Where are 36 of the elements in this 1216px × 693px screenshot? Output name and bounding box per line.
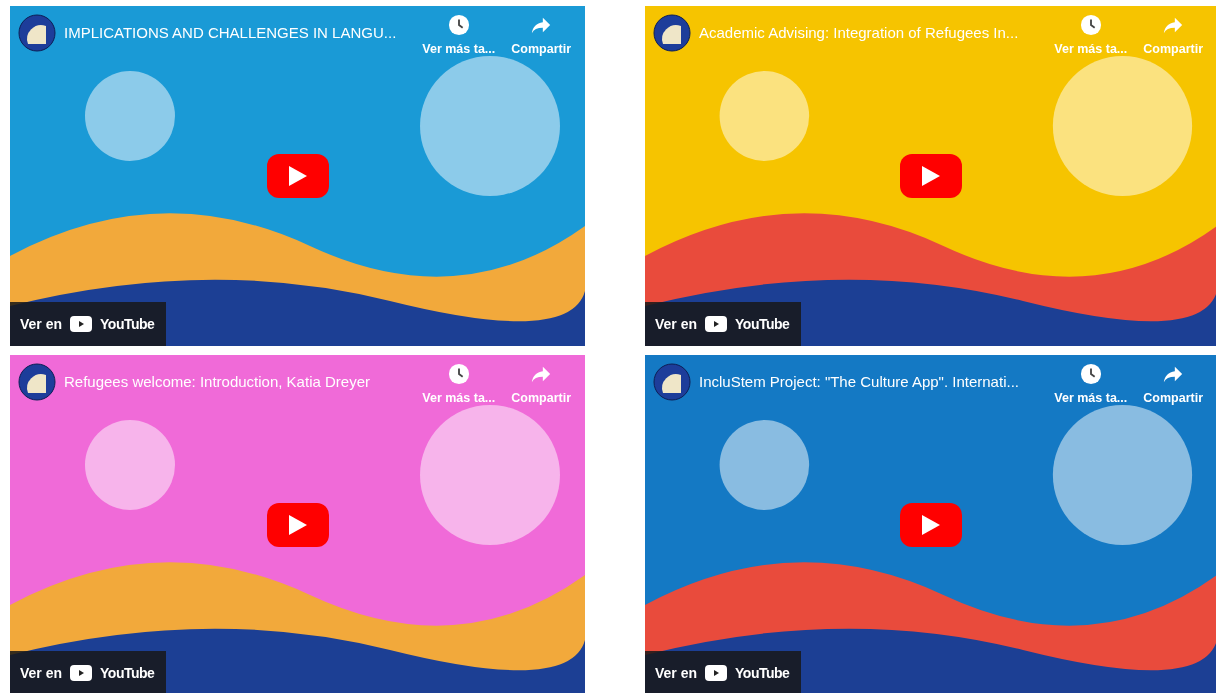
play-logo-icon xyxy=(70,665,93,681)
video-title[interactable]: IncluStem Project: "The Culture App". Internati... xyxy=(699,372,1019,392)
watch-later-button[interactable]: Ver más ta... xyxy=(1050,363,1132,405)
video-title[interactable]: IMPLICATIONS AND CHALLENGES IN LANGU... xyxy=(64,23,397,43)
watch-later-button[interactable]: Ver más ta... xyxy=(418,14,500,56)
share-button[interactable]: Compartir xyxy=(507,363,575,405)
clock-icon xyxy=(447,14,470,36)
play-icon xyxy=(922,515,940,535)
play-logo-icon xyxy=(705,316,728,332)
share-button[interactable]: Compartir xyxy=(507,14,575,56)
channel-avatar-icon[interactable] xyxy=(18,14,56,52)
share-button[interactable]: Compartir xyxy=(1139,363,1207,405)
clock-icon xyxy=(447,363,470,385)
watch-on-youtube-link[interactable]: Ver en YouTube xyxy=(645,302,802,346)
share-button[interactable]: Compartir xyxy=(1139,14,1207,56)
video-title[interactable]: Refugees welcome: Introduction, Katia Dreyer xyxy=(64,372,370,392)
clock-icon xyxy=(1079,14,1102,36)
watch-later-button[interactable]: Ver más ta... xyxy=(1050,14,1132,56)
watch-later-button[interactable]: Ver más ta... xyxy=(418,363,500,405)
clock-icon xyxy=(1079,363,1102,385)
channel-avatar-icon[interactable] xyxy=(18,363,56,401)
play-button[interactable] xyxy=(266,154,329,198)
watch-on-youtube-link[interactable]: Ver en YouTube xyxy=(10,651,167,693)
play-icon xyxy=(288,515,307,535)
play-icon xyxy=(922,166,940,186)
play-button[interactable] xyxy=(900,154,962,198)
channel-avatar-icon[interactable] xyxy=(653,14,691,52)
play-button[interactable] xyxy=(900,503,962,547)
play-icon xyxy=(288,166,307,186)
play-logo-icon xyxy=(705,665,728,681)
channel-avatar-icon[interactable] xyxy=(653,363,691,401)
watch-on-youtube-link[interactable]: Ver en YouTube xyxy=(10,302,167,346)
video-title[interactable]: Academic Advising: Integration of Refugees In... xyxy=(699,23,1019,43)
play-button[interactable] xyxy=(266,503,329,547)
watch-on-youtube-link[interactable]: Ver en YouTube xyxy=(645,651,802,693)
play-logo-icon xyxy=(70,316,93,332)
